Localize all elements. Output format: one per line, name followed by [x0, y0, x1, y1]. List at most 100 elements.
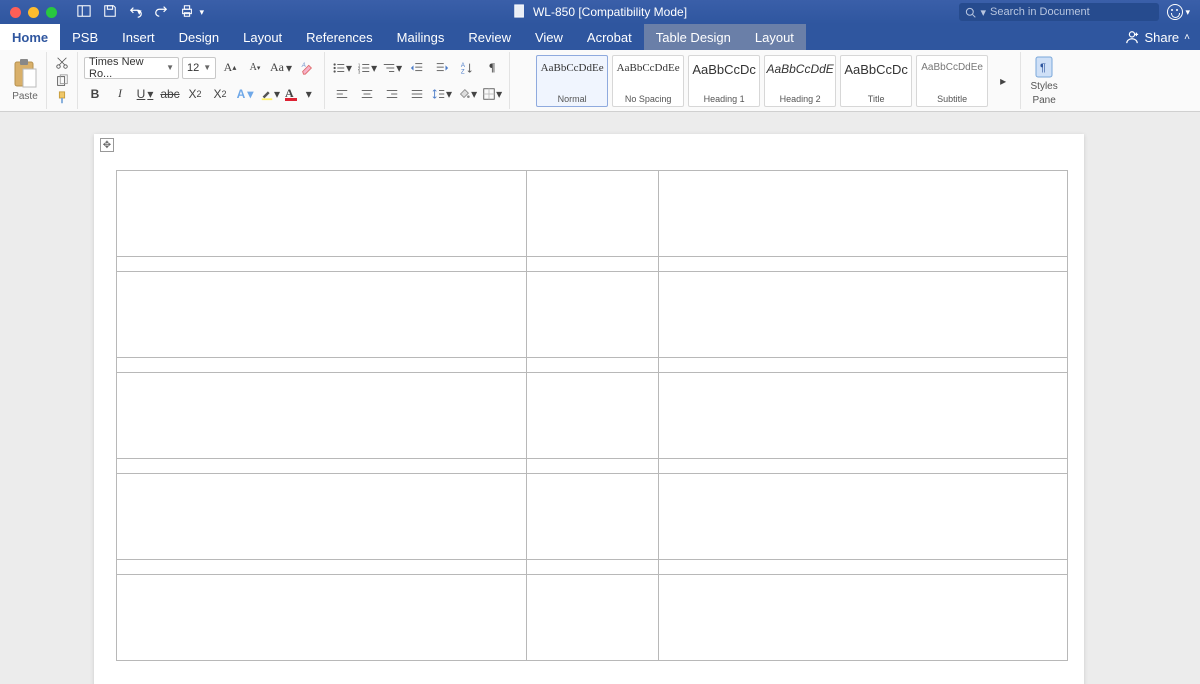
copy-button[interactable] — [51, 72, 73, 90]
tab-home[interactable]: Home — [0, 24, 60, 50]
tab-references[interactable]: References — [294, 24, 384, 50]
table-cell[interactable] — [659, 171, 1068, 257]
table-cell[interactable] — [659, 373, 1068, 459]
table-cell[interactable] — [659, 257, 1068, 272]
strikethrough-button[interactable]: abc — [159, 83, 181, 105]
style-normal[interactable]: AaBbCcDdEe Normal — [536, 55, 608, 107]
undo-icon[interactable]: ▾ — [129, 5, 142, 19]
tab-psb[interactable]: PSB — [60, 24, 110, 50]
underline-button[interactable]: U▾ — [134, 83, 156, 105]
save-icon[interactable] — [103, 4, 117, 21]
table-cell[interactable] — [117, 474, 527, 560]
feedback-chevron-icon[interactable]: ▾ — [1185, 7, 1190, 18]
ribbon: Paste Times New Ro...▼ 12▼ A▴ A▾ Aa▾ A B… — [0, 50, 1200, 112]
line-spacing-button[interactable]: ▾ — [431, 83, 453, 105]
page[interactable] — [94, 134, 1084, 684]
borders-button[interactable]: ▾ — [481, 83, 503, 105]
style-heading2[interactable]: AaBbCcDdE Heading 2 — [764, 55, 836, 107]
zoom-window-button[interactable] — [46, 7, 57, 18]
qat-customize-icon[interactable]: ▾ — [200, 7, 205, 18]
align-right-button[interactable] — [381, 83, 403, 105]
table-cell[interactable] — [659, 560, 1068, 575]
style-heading1[interactable]: AaBbCcDc Heading 1 — [688, 55, 760, 107]
tab-view[interactable]: View — [523, 24, 575, 50]
table-cell[interactable] — [117, 272, 527, 358]
multilevel-list-button[interactable]: ▾ — [381, 57, 403, 79]
font-size-combo[interactable]: 12▼ — [182, 57, 216, 79]
redo-icon[interactable] — [154, 4, 168, 21]
decrease-indent-button[interactable] — [406, 57, 428, 79]
table-cell[interactable] — [659, 474, 1068, 560]
table-cell[interactable] — [659, 272, 1068, 358]
table-cell[interactable] — [527, 358, 659, 373]
increase-indent-button[interactable] — [431, 57, 453, 79]
superscript-button[interactable]: X2 — [209, 83, 231, 105]
numbering-button[interactable]: 123▾ — [356, 57, 378, 79]
align-left-button[interactable] — [331, 83, 353, 105]
grow-font-button[interactable]: A▴ — [219, 57, 241, 79]
highlight-button[interactable]: ▾ — [259, 83, 281, 105]
tab-table-design[interactable]: Table Design — [644, 24, 743, 50]
italic-button[interactable]: I — [109, 83, 131, 105]
table-cell[interactable] — [117, 358, 527, 373]
change-case-button[interactable]: Aa▾ — [269, 57, 293, 79]
justify-button[interactable] — [406, 83, 428, 105]
share-button[interactable]: Share ˄ — [1115, 24, 1200, 50]
table-cell[interactable] — [117, 560, 527, 575]
style-subtitle[interactable]: AaBbCcDdEe Subtitle — [916, 55, 988, 107]
table-cell[interactable] — [527, 560, 659, 575]
styles-pane-button[interactable]: ¶ Styles Pane — [1021, 52, 1067, 109]
window-title-text: WL-850 [Compatibility Mode] — [533, 5, 687, 19]
table-cell[interactable] — [659, 459, 1068, 474]
table-cell[interactable] — [659, 575, 1068, 661]
shading-button[interactable]: ▾ — [456, 83, 478, 105]
feedback-icon[interactable] — [1167, 4, 1183, 20]
tab-mailings[interactable]: Mailings — [385, 24, 457, 50]
align-center-button[interactable] — [356, 83, 378, 105]
close-window-button[interactable] — [10, 7, 21, 18]
text-effects-button[interactable]: A▾ — [234, 83, 256, 105]
styles-more-button[interactable]: ▸ — [992, 55, 1014, 107]
table-cell[interactable] — [659, 358, 1068, 373]
sort-button[interactable]: AZ — [456, 57, 478, 79]
table-cell[interactable] — [527, 272, 659, 358]
table-cell[interactable] — [117, 257, 527, 272]
table-cell[interactable] — [527, 459, 659, 474]
bullets-button[interactable]: ▾ — [331, 57, 353, 79]
tab-insert[interactable]: Insert — [110, 24, 167, 50]
print-icon[interactable] — [180, 4, 194, 21]
search-input[interactable]: ▾ Search in Document — [959, 3, 1159, 21]
document-table[interactable] — [116, 170, 1068, 661]
table-cell[interactable] — [117, 373, 527, 459]
tab-review[interactable]: Review — [456, 24, 523, 50]
shrink-font-button[interactable]: A▾ — [244, 57, 266, 79]
style-no-spacing[interactable]: AaBbCcDdEe No Spacing — [612, 55, 684, 107]
format-painter-button[interactable] — [51, 89, 73, 107]
table-cell[interactable] — [117, 171, 527, 257]
table-cell[interactable] — [527, 171, 659, 257]
bold-button[interactable]: B — [84, 83, 106, 105]
tab-design[interactable]: Design — [167, 24, 231, 50]
font-color-button[interactable]: A▾ — [284, 83, 313, 105]
table-cell[interactable] — [527, 257, 659, 272]
subscript-button[interactable]: X2 — [184, 83, 206, 105]
clear-formatting-button[interactable]: A — [296, 57, 318, 79]
style-title[interactable]: AaBbCcDc Title — [840, 55, 912, 107]
table-cell[interactable] — [117, 459, 527, 474]
font-name-value: Times New Ro... — [89, 56, 162, 80]
table-move-handle[interactable]: ✥ — [100, 138, 114, 152]
font-group: Times New Ro...▼ 12▼ A▴ A▾ Aa▾ A B I U▾ … — [78, 52, 325, 109]
minimize-window-button[interactable] — [28, 7, 39, 18]
table-cell[interactable] — [117, 575, 527, 661]
paste-button[interactable]: Paste — [4, 52, 47, 109]
tab-table-layout[interactable]: Layout — [743, 24, 806, 50]
table-cell[interactable] — [527, 373, 659, 459]
table-cell[interactable] — [527, 474, 659, 560]
show-marks-button[interactable]: ¶ — [481, 57, 503, 79]
panel-icon[interactable] — [77, 4, 91, 21]
table-cell[interactable] — [527, 575, 659, 661]
tab-layout[interactable]: Layout — [231, 24, 294, 50]
tab-acrobat[interactable]: Acrobat — [575, 24, 644, 50]
font-family-combo[interactable]: Times New Ro...▼ — [84, 57, 179, 79]
cut-button[interactable] — [51, 54, 73, 72]
